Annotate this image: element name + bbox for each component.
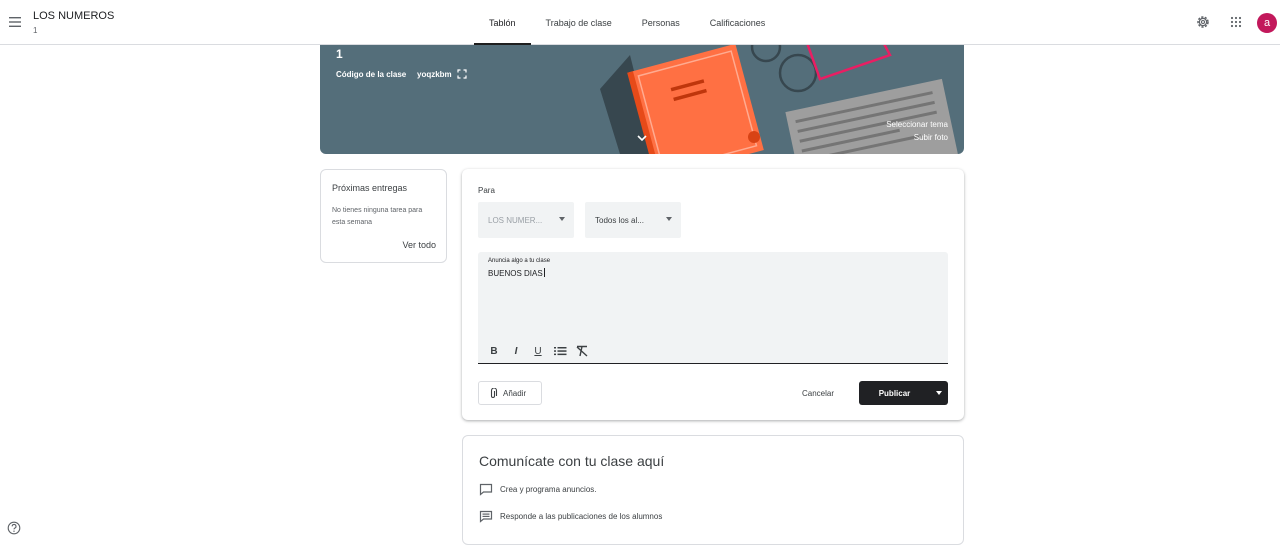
tab-stream[interactable]: Tablón xyxy=(474,0,531,45)
banner-class-number: 1 xyxy=(336,47,343,61)
tab-bar: Tablón Trabajo de clase Personas Calific… xyxy=(474,0,780,45)
tab-people[interactable]: Personas xyxy=(627,0,695,45)
editor-text[interactable]: BUENOS DIAS xyxy=(488,268,545,278)
fullscreen-icon[interactable] xyxy=(457,69,467,79)
caret-down-icon xyxy=(559,217,565,221)
clear-format-icon[interactable] xyxy=(574,344,590,358)
tab-grades[interactable]: Calificaciones xyxy=(695,0,781,45)
menu-icon[interactable] xyxy=(6,13,24,31)
gear-icon[interactable] xyxy=(1195,14,1211,30)
class-code: yoqzkbm xyxy=(417,70,452,79)
publish-button[interactable]: Publicar xyxy=(859,381,930,405)
upcoming-title: Próximas entregas xyxy=(332,183,408,193)
announcement-editor[interactable]: Anuncia algo a tu clase BUENOS DIAS B I … xyxy=(478,252,948,364)
select-theme-link[interactable]: Seleccionar tema xyxy=(886,120,948,129)
view-all-link[interactable]: Ver todo xyxy=(402,240,436,250)
communicate-item: Crea y programa anuncios. xyxy=(479,483,597,496)
editor-label: Anuncia algo a tu clase xyxy=(488,258,551,264)
apps-grid-icon[interactable] xyxy=(1228,14,1244,30)
students-select[interactable]: Todos los al... xyxy=(585,202,681,238)
top-bar: LOS NUMEROS 1 Tablón Trabajo de clase Pe… xyxy=(0,0,1280,45)
underline-button[interactable]: U xyxy=(530,344,546,358)
cancel-button[interactable]: Cancelar xyxy=(792,381,844,405)
italic-button[interactable]: I xyxy=(508,344,524,358)
text-cursor xyxy=(543,268,545,277)
help-icon[interactable] xyxy=(7,521,21,535)
format-toolbar: B I U xyxy=(486,344,590,358)
communicate-title: Comunícate con tu clase aquí xyxy=(479,453,665,469)
upload-photo-link[interactable]: Subir foto xyxy=(914,133,948,142)
class-select[interactable]: LOS NUMER... xyxy=(478,202,574,238)
class-banner: 1 Código de la clase yoqzkbm Seleccionar… xyxy=(320,45,964,154)
bold-button[interactable]: B xyxy=(486,344,502,358)
announcement-composer: Para LOS NUMER... Todos los al... Anunci… xyxy=(462,169,964,420)
chevron-down-icon[interactable] xyxy=(636,133,648,143)
communicate-item: Responde a las publicaciones de los alum… xyxy=(479,510,662,523)
announcement-icon xyxy=(479,483,493,496)
upcoming-card: Próximas entregas No tienes ninguna tare… xyxy=(320,169,447,263)
caret-down-icon xyxy=(666,217,672,221)
reply-icon xyxy=(479,510,493,523)
add-label: Añadir xyxy=(503,388,527,398)
communicate-card: Comunícate con tu clase aquí Crea y prog… xyxy=(462,435,964,545)
avatar[interactable]: a xyxy=(1257,13,1277,33)
tab-classwork[interactable]: Trabajo de clase xyxy=(531,0,627,45)
class-code-label: Código de la clase xyxy=(336,70,407,79)
class-title[interactable]: LOS NUMEROS xyxy=(33,10,114,22)
paperclip-icon xyxy=(490,388,498,398)
communicate-item-text: Responde a las publicaciones de los alum… xyxy=(500,512,663,521)
upcoming-empty-text: No tienes ninguna tarea para esta semana xyxy=(332,207,423,226)
class-section: 1 xyxy=(33,26,38,35)
publish-options-button[interactable] xyxy=(930,381,948,405)
bulleted-list-icon[interactable] xyxy=(552,344,568,358)
class-select-value: LOS NUMER... xyxy=(488,215,543,225)
add-attachment-button[interactable]: Añadir xyxy=(478,381,542,405)
editor-content: BUENOS DIAS xyxy=(488,269,543,278)
students-select-value: Todos los al... xyxy=(595,215,644,225)
for-label: Para xyxy=(478,186,495,195)
communicate-item-text: Crea y programa anuncios. xyxy=(500,485,597,494)
